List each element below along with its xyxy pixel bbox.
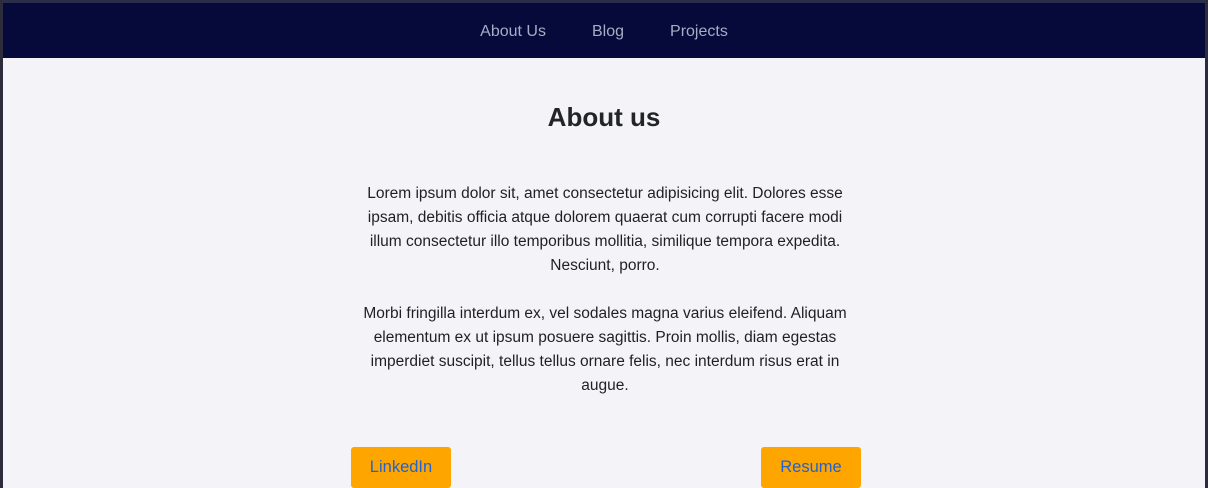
linkedin-button[interactable]: LinkedIn	[351, 447, 451, 488]
about-section: About us Lorem ipsum dolor sit, amet con…	[3, 58, 1205, 488]
about-paragraph-1: Lorem ipsum dolor sit, amet consectetur …	[367, 185, 843, 274]
nav-link-about-us[interactable]: About Us	[480, 21, 546, 41]
nav-link-projects[interactable]: Projects	[670, 21, 728, 41]
page-title: About us	[547, 102, 661, 132]
about-paragraph-2: Morbi fringilla interdum ex, vel sodales…	[363, 305, 847, 394]
page: About Us Blog Projects About us Lorem ip…	[0, 0, 1208, 488]
resume-button[interactable]: Resume	[761, 447, 861, 488]
nav-link-blog[interactable]: Blog	[592, 21, 624, 41]
top-navbar: About Us Blog Projects	[3, 0, 1205, 58]
